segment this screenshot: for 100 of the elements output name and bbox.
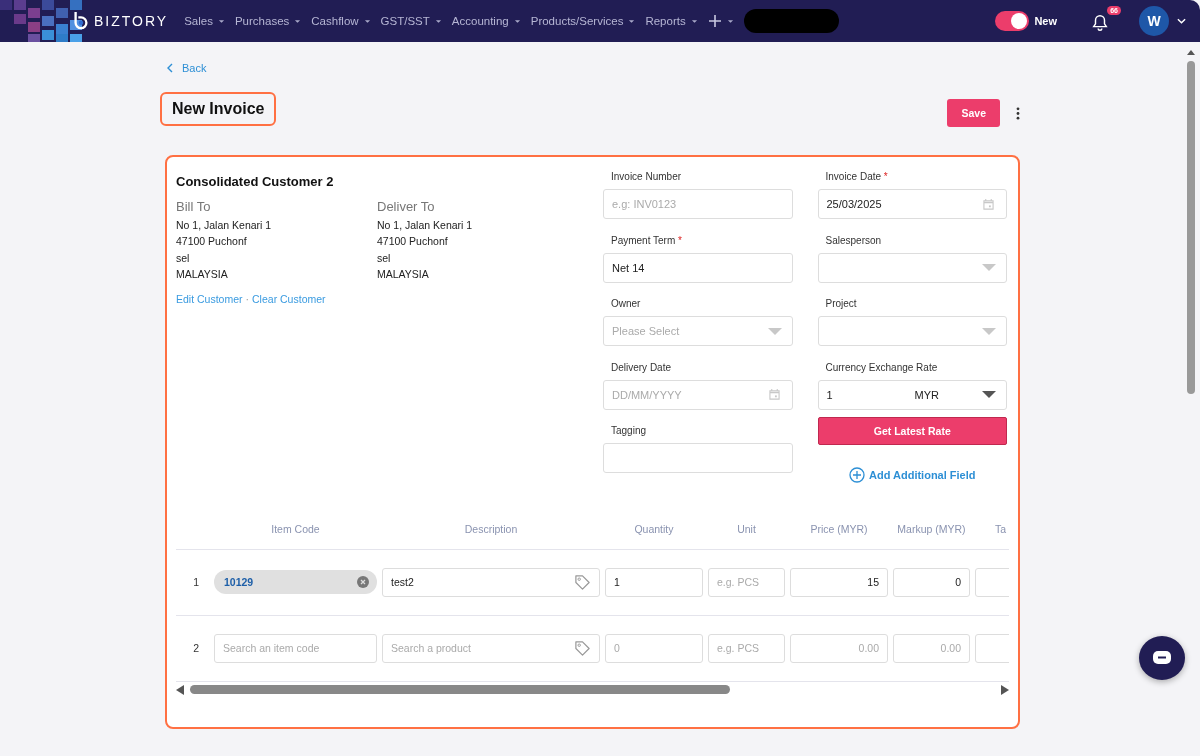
chevron-left-icon	[167, 63, 173, 73]
caret-icon	[628, 18, 636, 24]
plus-icon	[707, 14, 722, 28]
nav-menu-item[interactable]: Reports	[645, 15, 698, 27]
more-icon[interactable]	[1016, 106, 1020, 120]
column-header: Quantity	[633, 522, 675, 535]
logo-icon	[72, 11, 90, 31]
unit-field[interactable]: e.g. PCS	[708, 633, 785, 663]
chat-button[interactable]	[1139, 636, 1185, 680]
quantity-field[interactable]: 0	[605, 633, 703, 663]
address-line: MALAYSIA	[377, 267, 430, 283]
horizontal-scrollbar[interactable]	[176, 682, 1009, 697]
address-line: No 1, Jalan Kenari 1	[176, 218, 273, 233]
address-line: 47100 Puchonf	[377, 234, 449, 250]
plus-circle-icon	[849, 467, 865, 483]
nav-menu-item[interactable]: Accounting	[451, 15, 521, 27]
field-label: Tagging	[610, 424, 648, 438]
field-label: Owner	[610, 297, 642, 311]
address-line: sel	[176, 250, 191, 266]
field-label: Project	[824, 297, 858, 311]
chat-icon	[1152, 650, 1172, 666]
nav-menu-item[interactable]: GST/SST	[380, 15, 442, 27]
address-line: 47100 Puchonf	[176, 234, 248, 250]
clear-icon[interactable]	[357, 576, 369, 588]
get-latest-rate-button[interactable]: Get Latest Rate	[817, 417, 1007, 445]
add-field-link[interactable]: Add Additional Field	[817, 467, 1007, 483]
unit-field[interactable]: e.g. PCS	[708, 567, 785, 597]
scroll-left-icon[interactable]	[176, 684, 184, 695]
brand-name: BIZTORY	[94, 13, 169, 29]
input-field[interactable]	[603, 443, 793, 473]
scroll-up-icon[interactable]	[1187, 50, 1195, 55]
dropdown-arrow-icon	[982, 264, 996, 271]
chevron-down-icon[interactable]	[1177, 18, 1186, 24]
customer-name: Consolidated Customer 2	[176, 174, 335, 189]
item-code-field[interactable]: Search an item code	[214, 633, 377, 663]
dropdown-arrow-icon	[982, 391, 996, 398]
column-header: Description	[463, 522, 519, 535]
column-header: Item Code	[270, 522, 321, 535]
avatar-button[interactable]: W	[1139, 6, 1169, 36]
caret-icon	[690, 18, 698, 24]
address-heading: Bill To	[176, 199, 212, 214]
separator: ·	[245, 292, 250, 305]
address-line: sel	[377, 250, 392, 266]
column-header: Price (MYR)	[809, 522, 869, 535]
column-header: Ta	[994, 522, 1008, 535]
date-field[interactable]: 25/03/2025	[817, 189, 1007, 219]
row-number: 1	[192, 576, 200, 588]
caret-icon	[513, 18, 521, 24]
bell-icon	[1091, 14, 1109, 32]
caret-icon	[434, 18, 442, 24]
field-label: Salesperson	[824, 233, 883, 248]
field-label: Delivery Date	[610, 360, 673, 375]
field-label: Invoice Date *	[824, 170, 889, 184]
address-line: MALAYSIA	[176, 267, 229, 283]
quantity-field[interactable]: 1	[605, 567, 703, 597]
markup-field[interactable]: 0.00	[893, 633, 970, 663]
tag-icon	[574, 639, 591, 657]
caret-icon	[294, 18, 302, 24]
row-number: 2	[192, 642, 200, 654]
markup-field[interactable]: 0	[893, 567, 970, 597]
description-field[interactable]: Search a product	[382, 633, 600, 663]
caret-icon	[726, 18, 734, 24]
price-field[interactable]: 15	[790, 567, 888, 597]
nav-menu-item[interactable]: Sales	[184, 15, 225, 27]
nav-menu-item[interactable]: Cashflow	[311, 15, 371, 27]
calendar-icon	[983, 198, 994, 210]
dropdown-arrow-icon	[982, 327, 996, 335]
address-heading: Deliver To	[377, 199, 436, 214]
clear-customer-link[interactable]: Clear Customer	[252, 292, 326, 305]
field-label: Invoice Number	[610, 170, 683, 184]
add-menu[interactable]	[707, 14, 734, 28]
scroll-right-icon[interactable]	[1001, 684, 1009, 695]
description-field[interactable]: test2	[382, 567, 600, 597]
page-title: New Invoice	[160, 92, 277, 126]
address-line: No 1, Jalan Kenari 1	[377, 218, 474, 233]
input-field[interactable]: e.g: INV0123	[603, 189, 793, 219]
currency-field[interactable]: 1 MYR	[817, 379, 1007, 410]
caret-icon	[217, 18, 225, 24]
date-field[interactable]: DD/MM/YYYY	[603, 379, 793, 410]
toggle-label: New	[1034, 15, 1057, 27]
nav-menu-item[interactable]: Purchases	[234, 15, 302, 27]
field-label: Payment Term *	[610, 233, 683, 248]
item-code-chip[interactable]: 10129	[214, 570, 377, 594]
back-link[interactable]: Back	[167, 62, 207, 74]
select-field[interactable]: Please Select	[603, 316, 793, 346]
input-field[interactable]: Net 14	[603, 252, 793, 283]
field-label: Currency Exchange Rate	[824, 360, 939, 375]
calendar-icon	[768, 389, 780, 400]
column-header: Unit	[736, 522, 757, 535]
save-button[interactable]: Save	[947, 99, 1000, 127]
new-toggle[interactable]	[995, 11, 1030, 31]
caret-icon	[363, 18, 371, 24]
column-header: Markup (MYR)	[896, 522, 967, 535]
select-field[interactable]	[817, 252, 1007, 283]
nav-menu-item[interactable]: Products/Services	[530, 15, 636, 27]
edit-customer-link[interactable]: Edit Customer	[176, 292, 243, 305]
dropdown-arrow-icon	[767, 327, 782, 335]
tag-icon	[574, 573, 591, 591]
select-field[interactable]	[817, 316, 1007, 346]
price-field[interactable]: 0.00	[790, 633, 888, 663]
